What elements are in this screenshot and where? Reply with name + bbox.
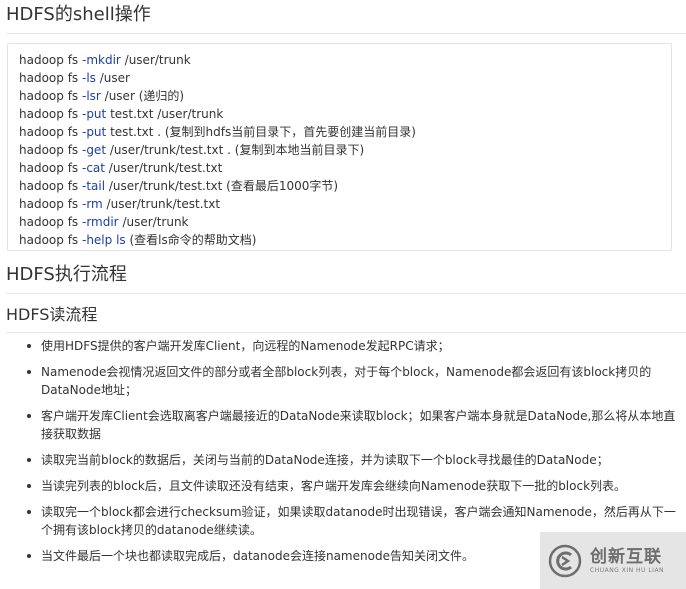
command-option: -help ls <box>81 233 126 247</box>
command-args: /user/trunk/test.txt <box>104 161 223 175</box>
command-args: /user/trunk <box>120 53 191 67</box>
command-option: -lsr <box>81 89 101 103</box>
flow-section-title: HDFS执行流程 <box>6 264 127 285</box>
brand-logo-icon <box>548 544 582 577</box>
command-line: hadoop fs -rmdir /user/trunk <box>19 213 671 231</box>
bullet-icon <box>27 484 31 488</box>
command-option: -mkdir <box>81 53 121 67</box>
command-prefix: hadoop fs <box>19 197 82 211</box>
command-option: -put <box>81 125 107 139</box>
bullet-icon <box>27 370 31 374</box>
bullet-icon <box>27 554 31 558</box>
read-step-text: 客户端开发库Client会选取离客户端最接近的DataNode来读取block；… <box>41 409 676 441</box>
command-prefix: hadoop fs <box>19 107 82 121</box>
bullet-icon <box>27 414 31 418</box>
command-line: hadoop fs -tail /user/trunk/test.txt (查看… <box>19 177 671 195</box>
command-line: hadoop fs -lsr /user (递归的) <box>19 87 671 105</box>
command-prefix: hadoop fs <box>19 179 82 193</box>
command-prefix: hadoop fs <box>19 143 82 157</box>
command-args: test.txt . (复制到hdfs当前目录下，首先要创建当前目录) <box>106 125 416 139</box>
command-code-block: hadoop fs -mkdir /user/trunk hadoop fs -l… <box>7 43 672 251</box>
command-prefix: hadoop fs <box>19 89 82 103</box>
command-option: -rmdir <box>81 215 119 229</box>
command-line: hadoop fs -mkdir /user/trunk <box>19 51 671 69</box>
command-option: -put <box>81 107 107 121</box>
section-divider <box>6 332 686 333</box>
command-option: -ls <box>81 71 96 85</box>
read-step-item: 客户端开发库Client会选取离客户端最接近的DataNode来读取block；… <box>0 407 686 443</box>
shell-section-title: HDFS的shell操作 <box>6 4 151 25</box>
command-prefix: hadoop fs <box>19 53 82 67</box>
command-option: -rm <box>81 197 103 211</box>
command-line: hadoop fs -help ls (查看ls命令的帮助文档) <box>19 231 671 249</box>
watermark-sub: CHUANG XIN HU LIAN <box>590 566 665 574</box>
command-prefix: hadoop fs <box>19 71 82 85</box>
command-line: hadoop fs -rm /user/trunk/test.txt <box>19 195 671 213</box>
read-step-text: 读取完当前block的数据后，关闭与当前的DataNode连接，并为读取下一个b… <box>41 453 609 467</box>
command-args: /user/trunk <box>118 215 189 229</box>
read-step-text: Namenode会视情况返回文件的部分或者全部block列表，对于每个block… <box>41 365 652 397</box>
bullet-icon <box>27 510 31 514</box>
command-line: hadoop fs -ls /user <box>19 69 671 87</box>
bullet-icon <box>27 458 31 462</box>
command-line: hadoop fs -cat /user/trunk/test.txt <box>19 159 671 177</box>
command-args: /user (递归的) <box>100 89 185 103</box>
bullet-icon <box>27 344 31 348</box>
command-args: (查看ls命令的帮助文档) <box>125 233 257 247</box>
read-step-item: 使用HDFS提供的客户端开发库Client，向远程的Namenode发起RPC请… <box>0 337 686 355</box>
shell-section: HDFS的shell操作 <box>0 3 686 34</box>
section-divider <box>6 293 686 294</box>
read-step-item: Namenode会视情况返回文件的部分或者全部block列表，对于每个block… <box>0 363 686 399</box>
watermark-brand: 创新互联 <box>590 546 662 567</box>
command-option: -tail <box>81 179 106 193</box>
command-args: /user/trunk/test.txt <box>102 197 221 211</box>
read-step-item: 当读完列表的block后，且文件读取还没有结束，客户端开发库会继续向Nameno… <box>0 477 686 495</box>
read-section: HDFS读流程 <box>0 304 686 333</box>
read-step-text: 使用HDFS提供的客户端开发库Client，向远程的Namenode发起RPC请… <box>41 339 450 353</box>
command-args: /user/trunk/test.txt (查看最后1000字节) <box>105 179 339 193</box>
command-prefix: hadoop fs <box>19 215 82 229</box>
read-section-title: HDFS读流程 <box>6 305 98 324</box>
command-option: -get <box>81 143 107 157</box>
command-prefix: hadoop fs <box>19 161 82 175</box>
command-prefix: hadoop fs <box>19 233 82 247</box>
read-step-text: 当读完列表的block后，且文件读取还没有结束，客户端开发库会继续向Nameno… <box>41 479 627 493</box>
command-args: /user <box>95 71 130 85</box>
read-step-item: 读取完当前block的数据后，关闭与当前的DataNode连接，并为读取下一个b… <box>0 451 686 469</box>
flow-section: HDFS执行流程 <box>0 263 686 294</box>
command-line: hadoop fs -put test.txt . (复制到hdfs当前目录下，… <box>19 123 671 141</box>
command-args: test.txt /user/trunk <box>106 107 224 121</box>
section-divider <box>6 33 686 34</box>
command-option: -cat <box>81 161 105 175</box>
watermark-logo: 创新互联 CHUANG XIN HU LIAN <box>540 532 686 589</box>
command-args: /user/trunk/test.txt . (复制到本地当前目录下) <box>106 143 365 157</box>
command-line: hadoop fs -get /user/trunk/test.txt . (复… <box>19 141 671 159</box>
command-line: hadoop fs -put test.txt /user/trunk <box>19 105 671 123</box>
command-prefix: hadoop fs <box>19 125 82 139</box>
read-steps-list: 使用HDFS提供的客户端开发库Client，向远程的Namenode发起RPC请… <box>0 337 686 565</box>
